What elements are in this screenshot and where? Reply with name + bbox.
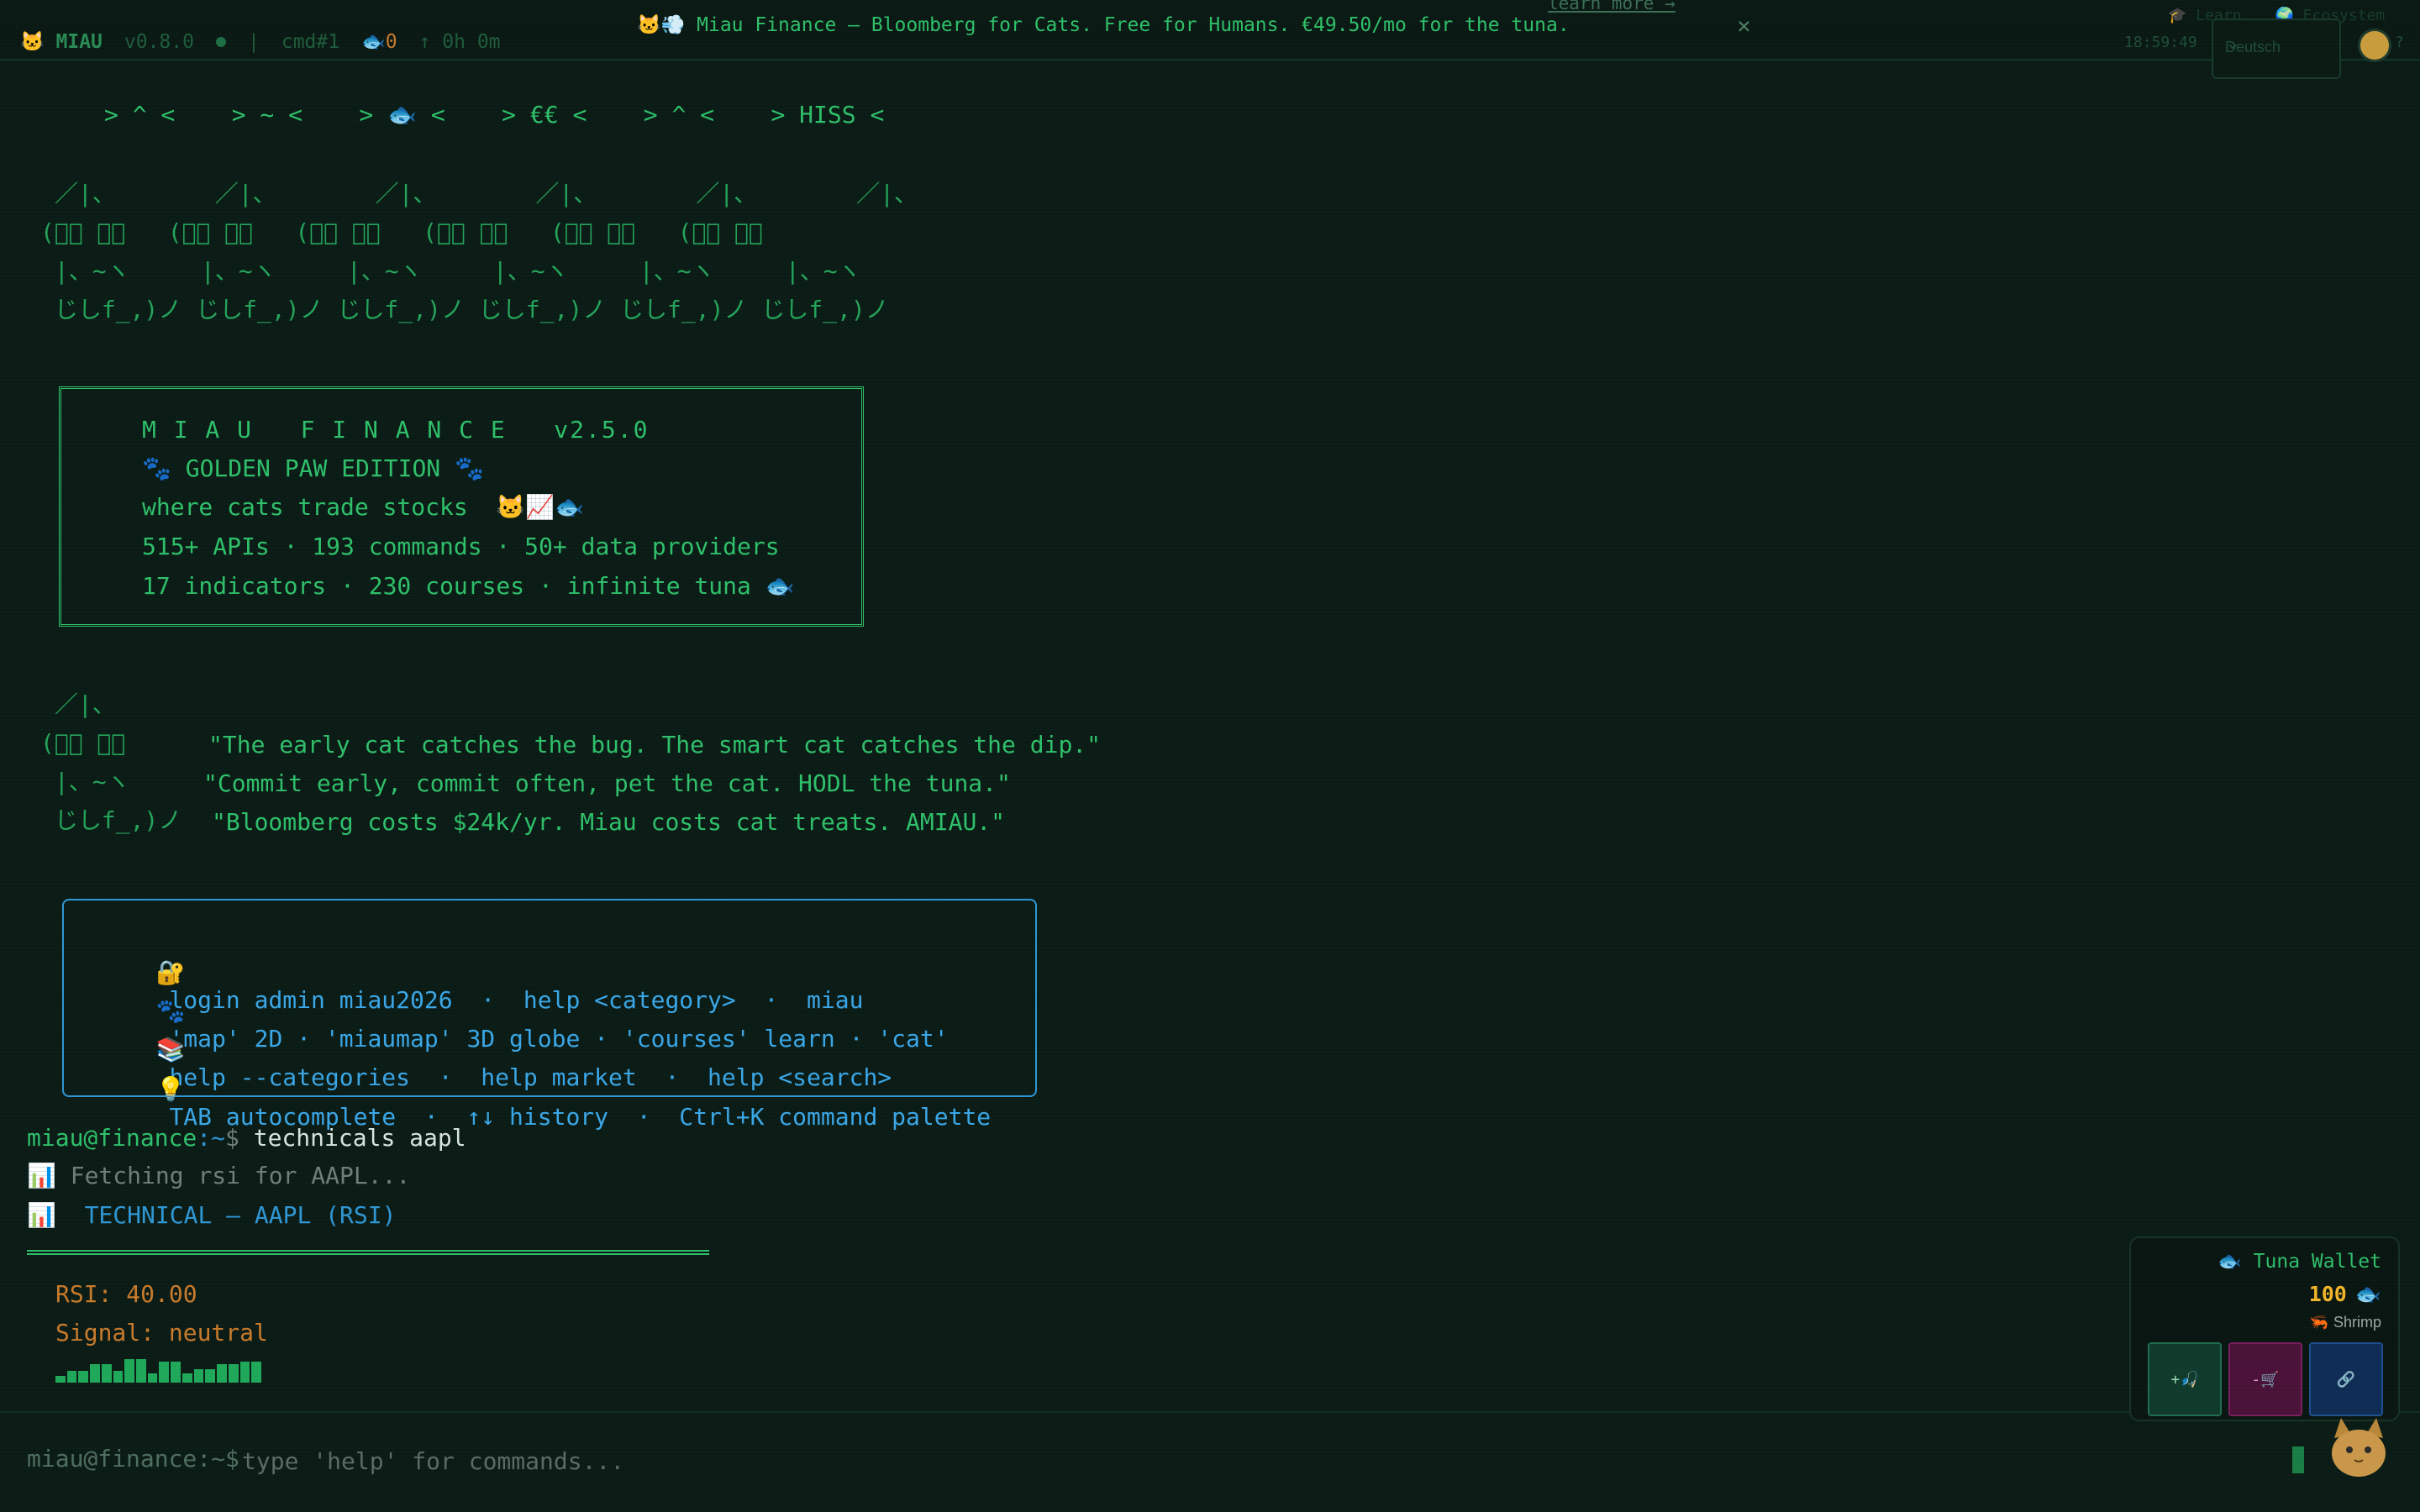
lightbulb-icon: 💡	[155, 1075, 186, 1103]
quote-text: "The early cat catches the bug. The smar…	[208, 731, 1102, 759]
sparkline-bar	[228, 1364, 239, 1383]
quick-help-box: 🔐 login admin miau2026 · help <category>…	[62, 899, 1037, 1131]
wallet-balance: 100 🐟	[2309, 1282, 2381, 1307]
language-select[interactable]: Deutsch ⌄	[2212, 18, 2341, 79]
wallet-rank: 🦐 Shrimp	[2310, 1314, 2381, 1331]
sparkline-bar	[78, 1371, 89, 1383]
wallet-rank-label: Shrimp	[2333, 1314, 2381, 1331]
sparkline-bar	[147, 1373, 158, 1383]
close-banner-button[interactable]: ×	[1737, 12, 1751, 39]
status-group: 🐱 MIAU v0.8.0 | cmd#1 🐟0 ↑ 0h 0m	[20, 30, 501, 54]
fish-icon: 🐟	[2354, 1282, 2381, 1306]
prompt-symbol: $	[225, 1124, 239, 1152]
banner-stats: 17 indicators · 230 courses · infinite t…	[142, 572, 795, 600]
ascii-cat-line: じしf_,)ノ じしf_,)ノ じしf_,)ノ じしf_,)ノ じしf_,)ノ …	[40, 296, 889, 323]
sparkline-bar	[90, 1364, 100, 1383]
prompt-user: miau@finance	[27, 1124, 197, 1152]
sparkline-bar	[251, 1362, 261, 1383]
banner-title: M I A U F I N A N C E v2.5.0	[142, 416, 650, 444]
promo-banner-text: 🐱💨 Miau Finance — Bloomberg for Cats. Fr…	[637, 14, 1570, 36]
cat-mascot-icon[interactable]	[2326, 1413, 2391, 1482]
tuna-wallet-panel: 🐟 Tuna Wallet 100 🐟 🦐 Shrimp +🎣 -🛒 🔗	[2129, 1236, 2400, 1421]
emote-row: > ^ < > ~ < > 🐟 < > €€ < > ^ < > HISS <	[104, 101, 885, 129]
shrimp-icon: 🦐	[2309, 1314, 2328, 1331]
signal-value: Signal: neutral	[55, 1319, 268, 1347]
brand-name: MIAU	[55, 31, 103, 53]
command-echo: miau@finance:~$ technicals aapl	[27, 1126, 466, 1151]
fish-counter: 🐟0	[361, 30, 397, 53]
sparkline-bar	[239, 1362, 250, 1383]
sparkline-bar	[113, 1371, 124, 1383]
sparkline-bar	[136, 1359, 146, 1383]
wallet-amount: 100	[2308, 1282, 2347, 1306]
connection-status-dot	[215, 36, 226, 47]
uptime-label: ↑ 0h 0m	[418, 30, 501, 53]
command-input[interactable]	[240, 1443, 1420, 1478]
sparkline-bar	[101, 1364, 112, 1383]
quote-text: "Bloomberg costs $24k/yr. Miau costs cat…	[212, 808, 1006, 836]
quote-cat-line: |、~ヽ	[40, 768, 130, 795]
sparkline-bar	[159, 1362, 170, 1383]
ascii-cat-line: (ﾟ､ ｡７ (ﾟ､ ｡７ (ﾟ､ ｡７ (ﾟ､ ｡７ (ﾟ､ ｡７ (ﾟ､ ｡…	[40, 218, 763, 246]
rsi-value: RSI: 40.00	[55, 1280, 197, 1308]
quote-cat-line: ／|、	[40, 690, 116, 718]
banner-stats: 515+ APIs · 193 commands · 50+ data prov…	[142, 533, 780, 560]
sparkline-bar	[193, 1369, 204, 1383]
sparkline-bar	[124, 1359, 135, 1383]
prompt-path: :~	[197, 1124, 226, 1152]
terminal-cursor	[2292, 1446, 2304, 1473]
separator: |	[247, 30, 260, 53]
input-prompt: miau@finance:~$	[27, 1445, 239, 1473]
link-wallet-button[interactable]: 🔗	[2309, 1342, 2383, 1416]
ascii-cat-line: |、~ヽ |、~ヽ |、~ヽ |、~ヽ |、~ヽ |、~ヽ	[40, 257, 861, 285]
sparkline-bar	[66, 1371, 77, 1383]
quote-cat-line: (ﾟ､ ｡７	[40, 729, 126, 757]
top-status-bar: 🐱 MIAU v0.8.0 | cmd#1 🐟0 ↑ 0h 0m 🐱💨 Miau…	[0, 0, 2420, 79]
fish-count-value: 0	[385, 31, 397, 53]
input-divider	[0, 1411, 2420, 1413]
sparkline-bar	[217, 1364, 227, 1383]
wallet-title: 🐟 Tuna Wallet	[2217, 1251, 2381, 1273]
quote-text: "Commit early, commit often, pet the cat…	[203, 769, 1011, 797]
quote-cat-line: じしf_,)ノ	[40, 806, 182, 834]
clock: 18:59:49	[2124, 34, 2197, 51]
last-command: technicals aapl	[239, 1124, 466, 1152]
version-label: v0.8.0	[124, 30, 194, 53]
golden-paw-banner: M I A U F I N A N C E v2.5.0 🐾 GOLDEN PA…	[59, 386, 864, 627]
sparkline-bar	[205, 1369, 216, 1383]
result-divider	[27, 1250, 709, 1255]
brand-logo: 🐱 MIAU	[20, 30, 103, 53]
fetching-status: 📊 Fetching rsi for AAPL...	[27, 1162, 411, 1189]
user-avatar[interactable]	[2358, 29, 2391, 62]
rsi-sparkline	[55, 1357, 261, 1383]
banner-tagline: where cats trade stocks 🐱📈🐟	[142, 493, 585, 521]
sparkline-bar	[171, 1362, 181, 1383]
banner-edition: 🐾 GOLDEN PAW EDITION 🐾	[142, 454, 484, 482]
sparkline-bar	[182, 1373, 192, 1383]
chevron-down-icon: ⌄	[2225, 32, 2241, 53]
sparkline-bar	[55, 1376, 66, 1383]
help-button[interactable]: ?	[2395, 34, 2404, 51]
result-title: 📊 TECHNICAL — AAPL (RSI)	[27, 1201, 397, 1229]
spend-tuna-button[interactable]: -🛒	[2228, 1342, 2302, 1416]
earn-tuna-button[interactable]: +🎣	[2148, 1342, 2222, 1416]
cat-icon: 🐱	[20, 31, 45, 53]
command-counter: cmd#1	[281, 30, 340, 53]
learn-more-link[interactable]: learn more →	[1548, 0, 1676, 13]
fish-icon: 🐟	[361, 31, 386, 53]
ascii-cat-line: ／|、 ／|、 ／|、 ／|、 ／|、 ／|、	[40, 180, 918, 207]
